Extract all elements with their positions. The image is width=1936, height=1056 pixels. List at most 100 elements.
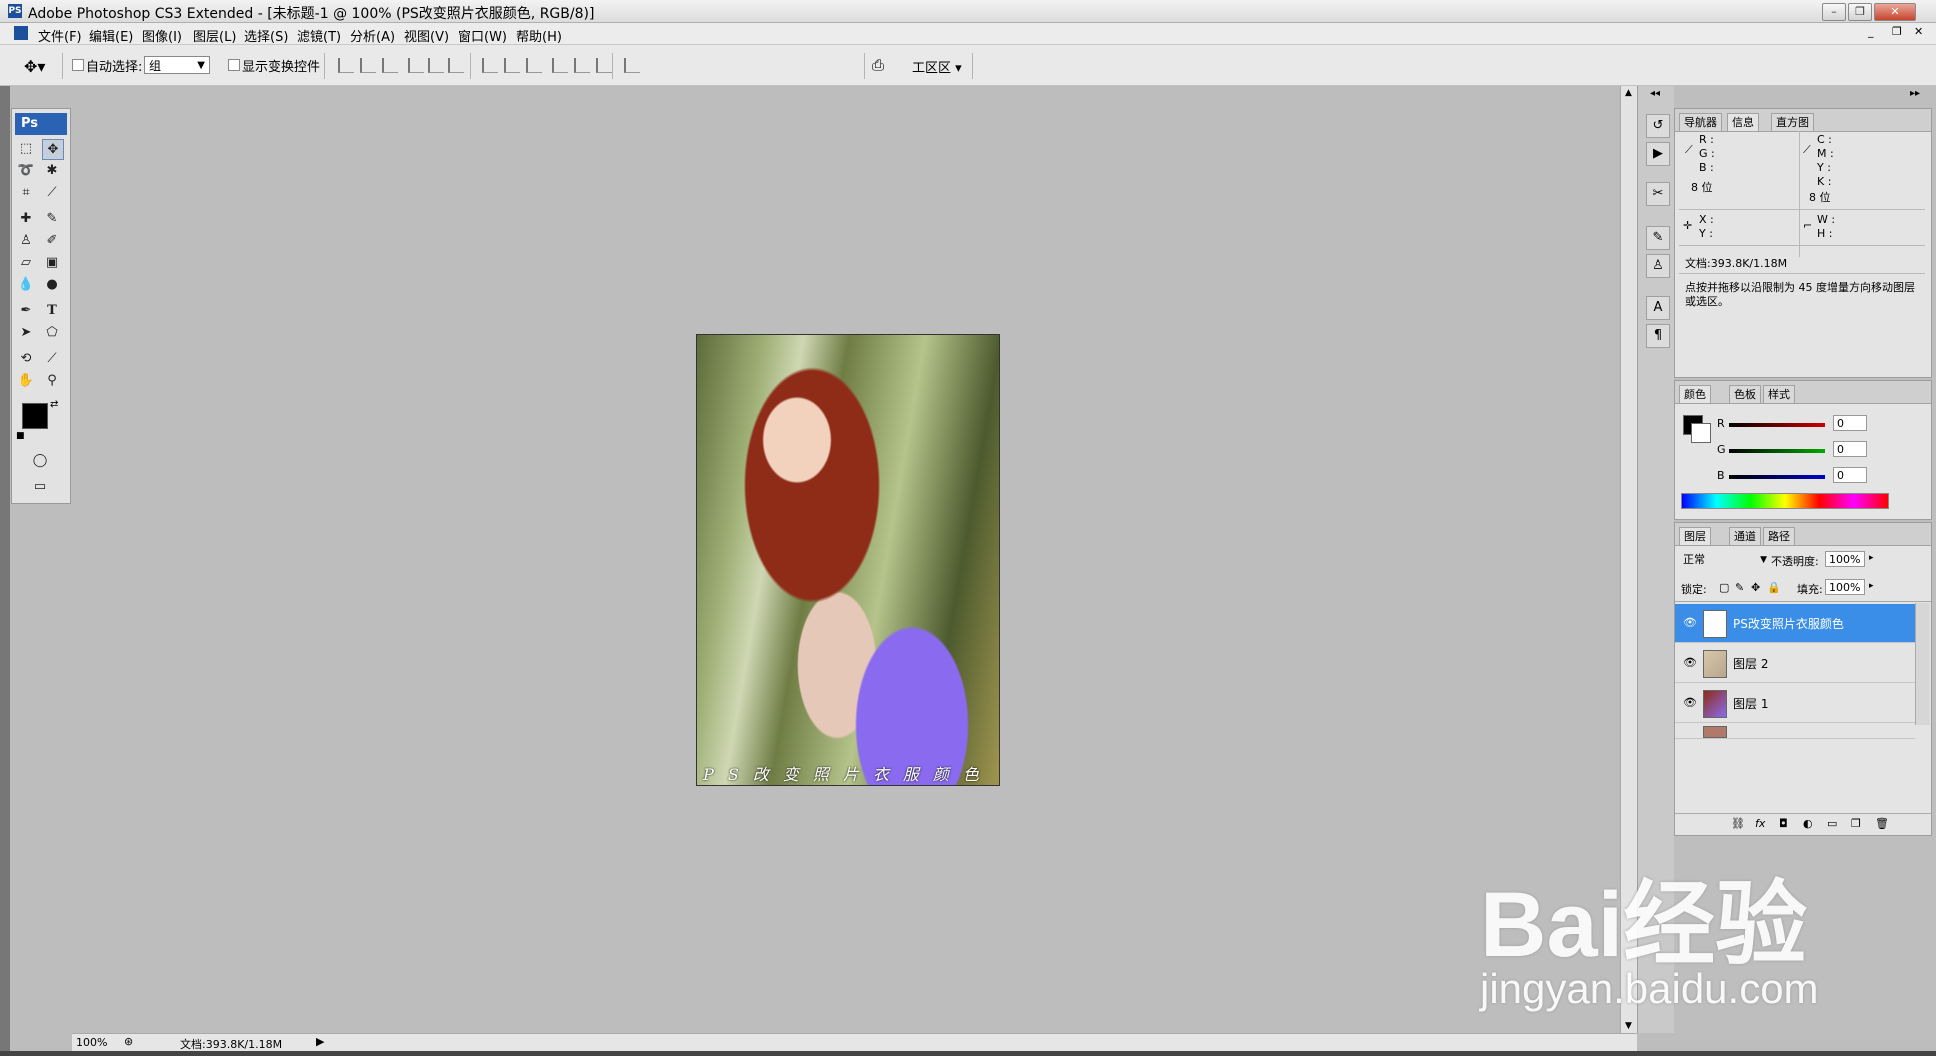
- channel-g-slider[interactable]: [1729, 449, 1825, 453]
- visibility-eye-icon[interactable]: 👁: [1683, 696, 1697, 709]
- tab-histogram[interactable]: 直方图: [1771, 113, 1814, 131]
- menu-window[interactable]: 窗口(W): [458, 26, 507, 45]
- link-layers-icon[interactable]: ⛓: [1731, 817, 1745, 830]
- auto-align-icon[interactable]: [624, 58, 640, 73]
- hand-tool-icon[interactable]: ✋: [16, 371, 36, 390]
- app-menu-icon[interactable]: [14, 26, 28, 40]
- clone-stamp-icon[interactable]: ♙: [16, 231, 36, 250]
- lock-position-icon[interactable]: ✥: [1751, 581, 1760, 594]
- healing-brush-icon[interactable]: ✚: [16, 209, 36, 228]
- distribute-left-icon[interactable]: [552, 58, 568, 73]
- collapse-dock-icon[interactable]: ◂◂: [1650, 88, 1660, 99]
- channel-r-value[interactable]: 0: [1833, 415, 1867, 431]
- color-spectrum[interactable]: [1681, 493, 1889, 509]
- eyedropper-icon[interactable]: ⟋: [42, 349, 62, 368]
- channel-g-value[interactable]: 0: [1833, 441, 1867, 457]
- magic-wand-icon[interactable]: ✱: [42, 161, 62, 180]
- distribute-hcenter-icon[interactable]: [574, 58, 590, 73]
- lock-all-icon[interactable]: 🔒: [1767, 581, 1781, 594]
- close-button[interactable]: ✕: [1874, 3, 1916, 21]
- tab-swatches[interactable]: 色板: [1729, 385, 1761, 403]
- status-menu-arrow-icon[interactable]: ▶: [316, 1035, 324, 1048]
- fill-value[interactable]: 100%: [1825, 579, 1865, 595]
- screen-mode-icon[interactable]: ▭: [30, 477, 50, 496]
- scroll-up-icon[interactable]: ▲: [1625, 88, 1632, 98]
- menu-select[interactable]: 选择(S): [244, 26, 288, 45]
- fill-arrow-icon[interactable]: ▸: [1869, 581, 1874, 591]
- tab-layers[interactable]: 图层: [1679, 527, 1711, 545]
- brush-tool-icon[interactable]: ✎: [42, 209, 62, 228]
- blur-tool-icon[interactable]: 💧: [16, 275, 36, 294]
- layer-row[interactable]: [1675, 724, 1915, 739]
- minimize-button[interactable]: –: [1822, 3, 1846, 21]
- 3d-rotate-icon[interactable]: ⟲: [16, 349, 36, 368]
- color-bg-swatch[interactable]: [1691, 423, 1711, 443]
- layers-scrollbar[interactable]: [1915, 603, 1930, 725]
- path-selection-icon[interactable]: ➤: [16, 323, 36, 342]
- swap-colors-icon[interactable]: ⇄: [50, 399, 58, 410]
- layer-row[interactable]: 👁 图层 2: [1675, 644, 1915, 683]
- align-bottom-icon[interactable]: [382, 58, 398, 73]
- default-colors-icon[interactable]: ■: [16, 431, 25, 441]
- layer-row[interactable]: 👁 图层 1: [1675, 684, 1915, 723]
- opacity-value[interactable]: 100%: [1825, 551, 1865, 567]
- history-panel-icon[interactable]: ↺: [1646, 114, 1670, 138]
- distribute-right-icon[interactable]: [596, 58, 612, 73]
- layer-style-icon[interactable]: fx: [1755, 817, 1765, 830]
- shape-tool-icon[interactable]: ⬠: [42, 323, 62, 342]
- crop-tool-icon[interactable]: ⌗: [16, 183, 36, 202]
- channel-b-slider[interactable]: [1729, 475, 1825, 479]
- doc-restore-button[interactable]: ❐: [1892, 25, 1902, 38]
- history-brush-icon[interactable]: ✐: [42, 231, 62, 250]
- marquee-tool-icon[interactable]: ⬚: [16, 139, 36, 158]
- adjustment-layer-icon[interactable]: ◐: [1803, 817, 1813, 830]
- distribute-vcenter-icon[interactable]: [504, 58, 520, 73]
- menu-image[interactable]: 图像(I): [142, 26, 182, 45]
- delete-layer-icon[interactable]: 🗑: [1875, 817, 1889, 830]
- align-top-icon[interactable]: [338, 58, 354, 73]
- menu-filter[interactable]: 滤镜(T): [297, 26, 341, 45]
- pen-tool-icon[interactable]: ✒: [16, 301, 36, 320]
- channel-r-slider[interactable]: [1729, 423, 1825, 427]
- tab-channels[interactable]: 通道: [1729, 527, 1761, 545]
- menu-layer[interactable]: 图层(L): [193, 26, 236, 45]
- doc-minimize-button[interactable]: _: [1868, 25, 1874, 38]
- doc-close-button[interactable]: ✕: [1914, 25, 1923, 38]
- new-layer-icon[interactable]: ❐: [1851, 817, 1861, 830]
- maximize-button[interactable]: ❐: [1848, 3, 1872, 21]
- blend-mode-select[interactable]: 正常 ▼: [1679, 551, 1769, 569]
- visibility-eye-icon[interactable]: 👁: [1683, 616, 1697, 629]
- distribute-bottom-icon[interactable]: [526, 58, 542, 73]
- tab-color[interactable]: 颜色: [1679, 385, 1711, 403]
- paragraph-panel-icon[interactable]: ¶: [1646, 324, 1670, 348]
- align-right-icon[interactable]: [448, 58, 464, 73]
- menu-analysis[interactable]: 分析(A): [350, 26, 395, 45]
- menu-file[interactable]: 文件(F): [38, 26, 82, 45]
- lock-pixels-icon[interactable]: ✎: [1735, 581, 1744, 594]
- distribute-top-icon[interactable]: [482, 58, 498, 73]
- slice-tool-icon[interactable]: ⟋: [42, 183, 62, 202]
- move-tool-icon[interactable]: ✥: [42, 139, 64, 160]
- character-panel-icon[interactable]: A: [1646, 296, 1670, 320]
- move-tool-icon[interactable]: ✥▾: [24, 57, 45, 76]
- gradient-tool-icon[interactable]: ▣: [42, 253, 62, 272]
- bridge-icon[interactable]: ⎙: [872, 56, 884, 74]
- auto-select-checkbox[interactable]: [72, 57, 84, 72]
- layer-mask-icon[interactable]: ◘: [1779, 817, 1788, 830]
- brushes-panel-icon[interactable]: ✎: [1646, 226, 1670, 250]
- tab-styles[interactable]: 样式: [1763, 385, 1795, 403]
- tab-info[interactable]: 信息: [1727, 113, 1759, 131]
- align-left-icon[interactable]: [408, 58, 424, 73]
- layer-row[interactable]: 👁 T PS改变照片衣服颜色: [1675, 604, 1915, 643]
- actions-panel-icon[interactable]: ▶: [1646, 142, 1670, 166]
- quick-mask-icon[interactable]: ◯: [30, 451, 50, 470]
- clone-source-icon[interactable]: ♙: [1646, 254, 1670, 278]
- opacity-arrow-icon[interactable]: ▸: [1869, 553, 1874, 563]
- visibility-eye-icon[interactable]: 👁: [1683, 656, 1697, 669]
- status-options-icon[interactable]: ⊛: [124, 1035, 133, 1048]
- align-hcenter-icon[interactable]: [428, 58, 444, 73]
- show-transform-checkbox[interactable]: [228, 57, 240, 72]
- document-image[interactable]: PS改变照片衣服颜色: [696, 334, 1000, 786]
- tool-presets-icon[interactable]: ✂: [1646, 182, 1670, 206]
- tab-paths[interactable]: 路径: [1763, 527, 1795, 545]
